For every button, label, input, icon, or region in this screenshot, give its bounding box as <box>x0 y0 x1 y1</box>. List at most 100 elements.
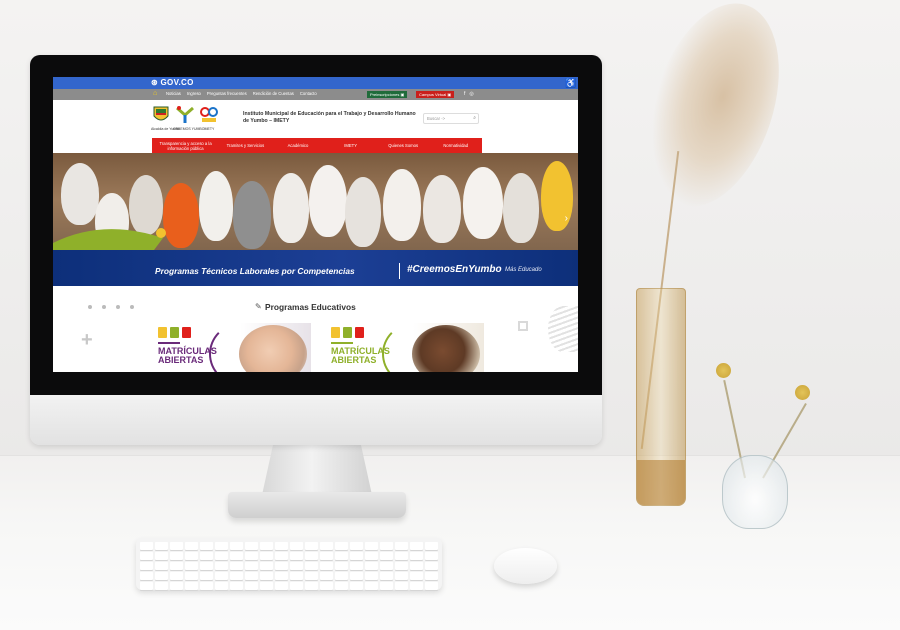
keyboard-key <box>335 582 348 590</box>
keyboard-key <box>260 582 273 590</box>
keyboard-key <box>155 552 168 560</box>
logo-caption: IMETY <box>203 127 215 131</box>
keyboard-key <box>200 542 213 550</box>
top-nav-link-preguntas[interactable]: Preguntas frecuentes <box>207 91 247 96</box>
keyboard-key <box>410 572 423 580</box>
keyboard-key <box>320 572 333 580</box>
keyboard-key <box>140 582 153 590</box>
keyboard-key <box>260 562 273 570</box>
keyboard-key <box>200 552 213 560</box>
nav-item-quienes-somos[interactable]: Quienes Somos <box>377 143 430 148</box>
keyboard-key <box>305 562 318 570</box>
home-icon[interactable]: ⌂ <box>153 90 157 97</box>
nav-item-normatividad[interactable]: Normatividad <box>429 143 482 148</box>
keyboard-key <box>215 562 228 570</box>
pampas-grass <box>625 0 803 224</box>
hero-banner: Programas Técnicos Laborales por Compete… <box>53 250 578 286</box>
keyboard-key <box>275 552 288 560</box>
keyboard-key <box>215 552 228 560</box>
top-nav-link-noticias[interactable]: Noticias <box>166 91 181 96</box>
search-icon[interactable]: ⌕ <box>473 114 476 123</box>
logo-caption: Alcaldía de Yumbo <box>151 127 181 131</box>
logo-alcaldia-yumbo[interactable]: Alcaldía de Yumbo <box>151 105 181 131</box>
keyboard-key <box>380 582 393 590</box>
carousel-next-arrow[interactable]: › <box>565 213 568 224</box>
keyboard-key <box>380 562 393 570</box>
card-accent-bar <box>158 342 180 344</box>
keyboard-key <box>185 572 198 580</box>
nav-item-transparencia[interactable]: Transparencia y acceso a la información … <box>152 141 219 151</box>
keyboard-key <box>365 572 378 580</box>
campus-virtual-button[interactable]: Campus Virtual ▣ <box>416 91 455 98</box>
keyboard-key <box>185 562 198 570</box>
keyboard-key <box>410 582 423 590</box>
keyboard-key <box>230 542 243 550</box>
monitor-base <box>228 492 406 518</box>
instagram-icon[interactable]: ◎ <box>469 91 473 97</box>
keyboard-key <box>290 572 303 580</box>
plus-decoration: + <box>81 329 93 351</box>
institution-title[interactable]: Instituto Municipal de Educación para el… <box>243 111 418 125</box>
pencil-icon: ✎ <box>255 302 262 311</box>
keyboard-key <box>365 542 378 550</box>
nav-item-academico[interactable]: Académico <box>272 143 325 148</box>
keyboard-key <box>230 582 243 590</box>
keyboard-key <box>215 542 228 550</box>
monitor-chin <box>30 395 602 445</box>
facebook-icon[interactable]: f <box>464 91 465 97</box>
keyboard-key <box>320 582 333 590</box>
keyboard-key <box>185 542 198 550</box>
keyboard-key <box>335 562 348 570</box>
top-nav-link-rendicion[interactable]: Rendición de Cuentas <box>253 91 294 96</box>
wheelchair-icon[interactable]: ♿ <box>565 78 576 88</box>
keyboard-key <box>395 562 408 570</box>
top-nav-links: Noticias Ingreso Preguntas frecuentes Re… <box>166 91 317 96</box>
keyboard-key <box>140 572 153 580</box>
gov-bar: ⊛ GOV.CO ♿ <box>53 77 578 89</box>
keyboard-key <box>230 562 243 570</box>
program-card[interactable]: MATRÍCULAS ABIERTAS <box>153 323 311 372</box>
program-card[interactable]: MATRÍCULAS ABIERTAS <box>326 323 484 372</box>
keyboard-keys <box>140 542 438 590</box>
preinscripciones-button[interactable]: Preinscripciones ▣ <box>367 91 408 98</box>
keyboard-key <box>395 582 408 590</box>
keyboard-key <box>365 562 378 570</box>
top-nav-link-ingreso[interactable]: Ingreso <box>187 91 201 96</box>
nav-item-tramites[interactable]: Tramites y Servicios <box>219 143 272 148</box>
decorative-dots <box>88 305 134 309</box>
hero-programs-text: Programas Técnicos Laborales por Compete… <box>155 266 355 276</box>
keyboard-key <box>365 582 378 590</box>
keyboard-key <box>350 552 363 560</box>
logo-creemos-yumbo[interactable]: CREEMOS YUMBO <box>173 105 204 131</box>
keyboard-key <box>410 562 423 570</box>
hero-carousel[interactable]: › Programas Técnicos Laborales por Compe… <box>53 153 578 286</box>
hero-hashtag: #CreemosEnYumbo <box>407 264 502 275</box>
keyboard-key <box>305 582 318 590</box>
square-decoration <box>518 321 528 331</box>
keyboard-key <box>320 562 333 570</box>
mouse <box>494 548 557 584</box>
search-input[interactable]: Buscar -> ⌕ <box>423 113 479 124</box>
card-accent-bar <box>331 342 353 344</box>
gov-co-logo[interactable]: ⊛ GOV.CO <box>151 78 194 87</box>
keyboard-key <box>290 552 303 560</box>
tall-glass-vase <box>636 288 686 506</box>
keyboard-key <box>410 542 423 550</box>
keyboard-key <box>155 572 168 580</box>
keyboard-key <box>275 582 288 590</box>
keyboard-key <box>170 562 183 570</box>
logo-imety[interactable]: IMETY <box>199 105 219 131</box>
nav-item-imety[interactable]: IMETY <box>324 143 377 148</box>
keyboard-key <box>350 562 363 570</box>
keyboard-key <box>395 572 408 580</box>
keyboard-key <box>140 542 153 550</box>
keyboard-key <box>290 542 303 550</box>
keyboard-key <box>170 582 183 590</box>
keyboard-key <box>290 582 303 590</box>
yellow-flower <box>716 363 731 378</box>
keyboard-key <box>140 552 153 560</box>
keyboard-key <box>275 542 288 550</box>
top-nav-link-contacto[interactable]: Contacto <box>300 91 317 96</box>
stripes-decoration <box>548 306 578 352</box>
main-nav: Transparencia y acceso a la información … <box>152 138 482 153</box>
